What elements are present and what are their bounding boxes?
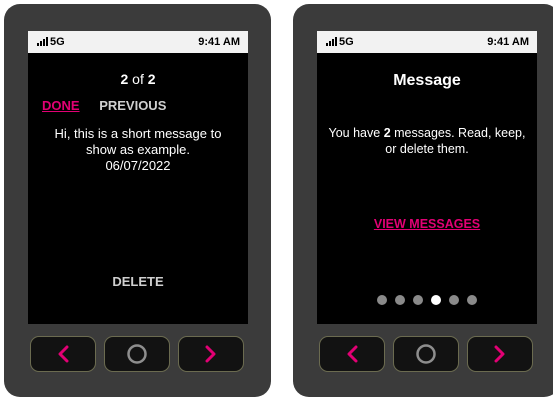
counter-total: 2 bbox=[147, 71, 156, 87]
intro-text: You have 2 messages. Read, keep, or dele… bbox=[325, 125, 529, 157]
page-dot bbox=[413, 295, 423, 305]
home-button[interactable] bbox=[393, 336, 459, 372]
forward-button[interactable] bbox=[178, 336, 244, 372]
page-dot bbox=[467, 295, 477, 305]
message-detail-view: 2 of 2 DONE PREVIOUS Hi, this is a short… bbox=[28, 53, 248, 324]
page-dot-active bbox=[431, 295, 441, 305]
device-message-detail: 5G 9:41 AM 2 of 2 DONE PREVIOUS Hi, this… bbox=[4, 4, 271, 397]
intro-prefix: You have bbox=[328, 126, 381, 140]
signal-icon bbox=[326, 37, 337, 46]
chevron-left-icon bbox=[347, 345, 358, 363]
counter-current: 2 bbox=[120, 71, 129, 87]
message-counter: 2 of 2 bbox=[28, 71, 248, 87]
screen: 5G 9:41 AM Message You have 2 messages. … bbox=[317, 31, 537, 324]
circle-home-icon bbox=[127, 344, 147, 364]
done-link[interactable]: DONE bbox=[42, 98, 80, 113]
network-label: 5G bbox=[50, 36, 65, 48]
message-text: Hi, this is a short message to show as e… bbox=[54, 126, 222, 157]
status-bar: 5G 9:41 AM bbox=[28, 31, 248, 53]
network-label: 5G bbox=[339, 36, 354, 48]
page-dot bbox=[449, 295, 459, 305]
chevron-left-icon bbox=[58, 345, 69, 363]
status-bar: 5G 9:41 AM bbox=[317, 31, 537, 53]
chevron-right-icon bbox=[205, 345, 216, 363]
back-button[interactable] bbox=[30, 336, 96, 372]
page-dot bbox=[377, 295, 387, 305]
signal-icon bbox=[37, 37, 48, 46]
home-button[interactable] bbox=[104, 336, 170, 372]
delete-button[interactable]: DELETE bbox=[28, 274, 248, 289]
chevron-right-icon bbox=[494, 345, 505, 363]
clock: 9:41 AM bbox=[198, 36, 240, 48]
intro-suffix: messages. Read, keep, or delete them. bbox=[385, 126, 526, 156]
clock: 9:41 AM bbox=[487, 36, 529, 48]
message-body: Hi, this is a short message to show as e… bbox=[38, 126, 238, 174]
previous-link[interactable]: PREVIOUS bbox=[99, 98, 166, 113]
back-button[interactable] bbox=[319, 336, 385, 372]
view-messages-link[interactable]: VIEW MESSAGES bbox=[317, 217, 537, 231]
counter-of: of bbox=[132, 71, 144, 87]
circle-home-icon bbox=[416, 344, 436, 364]
page-title: Message bbox=[393, 72, 461, 89]
message-intro-view: Message You have 2 messages. Read, keep,… bbox=[317, 53, 537, 324]
page-dot bbox=[395, 295, 405, 305]
message-date: 06/07/2022 bbox=[105, 158, 171, 173]
device-message-intro: 5G 9:41 AM Message You have 2 messages. … bbox=[293, 4, 553, 397]
forward-button[interactable] bbox=[467, 336, 533, 372]
message-actions: DONE PREVIOUS bbox=[42, 98, 166, 113]
screen: 5G 9:41 AM 2 of 2 DONE PREVIOUS Hi, this… bbox=[28, 31, 248, 324]
message-count: 2 bbox=[383, 126, 391, 140]
page-indicator bbox=[317, 295, 537, 305]
